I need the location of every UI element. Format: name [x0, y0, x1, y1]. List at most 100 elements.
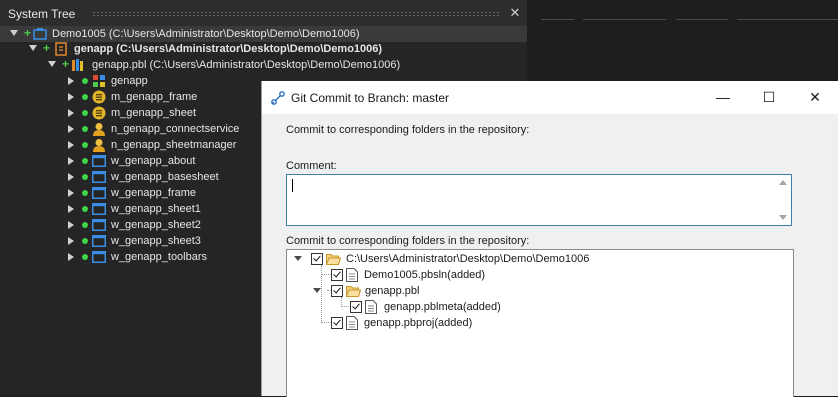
- collapse-arrow-icon[interactable]: [68, 205, 74, 213]
- tree-row-label: Demo1005 (C:\Users\Administrator\Desktop…: [52, 28, 360, 40]
- collapse-arrow-icon[interactable]: [68, 157, 74, 165]
- repository-tree[interactable]: C:\Users\Administrator\Desktop\Demo\Demo…: [286, 249, 794, 397]
- checkbox[interactable]: [331, 317, 343, 329]
- expand-arrow-icon[interactable]: [313, 288, 321, 293]
- checkbox[interactable]: [331, 269, 343, 281]
- tree-row-label: genapp.pbl (C:\Users\Administrator\Deskt…: [92, 59, 401, 71]
- tree-row-label: w_genapp_frame: [111, 187, 197, 199]
- status-dot-icon: [82, 254, 88, 260]
- expand-arrow-icon[interactable]: [29, 45, 37, 51]
- added-plus-icon: +: [43, 41, 51, 55]
- divider: [737, 19, 838, 20]
- collapse-arrow-icon[interactable]: [68, 93, 74, 101]
- repo-tree-row[interactable]: genapp.pbproj(added): [287, 315, 767, 331]
- git-branch-icon: [271, 91, 285, 105]
- added-plus-icon: +: [62, 57, 70, 71]
- tree-row-label: w_genapp_basesheet: [111, 171, 219, 183]
- status-dot-icon: [82, 222, 88, 228]
- tree-row-label: m_genapp_frame: [111, 91, 198, 103]
- git-commit-dialog: Git Commit to Branch: master — ☐ ✕ Commi…: [261, 81, 838, 397]
- comment-scrollbar[interactable]: [776, 176, 790, 224]
- collapse-arrow-icon[interactable]: [68, 141, 74, 149]
- tree-row-workspace[interactable]: + Demo1005 (C:\Users\Administrator\Deskt…: [0, 26, 527, 42]
- comment-input[interactable]: [286, 174, 792, 226]
- collapse-arrow-icon[interactable]: [68, 125, 74, 133]
- collapse-arrow-icon[interactable]: [68, 221, 74, 229]
- panel-close-button[interactable]: ✕: [507, 5, 523, 21]
- close-button[interactable]: ✕: [792, 81, 838, 114]
- divider: [541, 19, 574, 20]
- menu-icon: [92, 106, 106, 120]
- repo-tree-label: C:\Users\Administrator\Desktop\Demo\Demo…: [346, 253, 590, 265]
- tree-row-label: w_genapp_about: [111, 155, 196, 167]
- status-dot-icon: [82, 174, 88, 180]
- checkbox[interactable]: [350, 301, 362, 313]
- repo-tree-row[interactable]: genapp.pblmeta(added): [287, 299, 767, 315]
- divider: [676, 19, 728, 20]
- collapse-arrow-icon[interactable]: [68, 77, 74, 85]
- dialog-titlebar[interactable]: Git Commit to Branch: master — ☐ ✕: [262, 81, 838, 114]
- tree-row-target[interactable]: + genapp (C:\Users\Administrator\Desktop…: [0, 41, 527, 57]
- added-plus-icon: +: [24, 26, 32, 40]
- text-caret: [292, 179, 293, 192]
- minimize-button[interactable]: —: [700, 81, 746, 114]
- repo-tree-row[interactable]: genapp.pbl: [287, 283, 767, 299]
- scroll-down-icon[interactable]: [779, 215, 787, 220]
- collapse-arrow-icon[interactable]: [68, 109, 74, 117]
- divider: [583, 19, 666, 20]
- intro-text: Commit to corresponding folders in the r…: [286, 124, 530, 136]
- file-icon: [346, 316, 358, 330]
- workspace-icon: [33, 28, 47, 40]
- status-dot-icon: [82, 238, 88, 244]
- collapse-arrow-icon[interactable]: [68, 189, 74, 197]
- tree-row-label: w_genapp_sheet3: [111, 235, 201, 247]
- tree-row-library[interactable]: + genapp.pbl (C:\Users\Administrator\Des…: [0, 57, 527, 73]
- repo-tree-row[interactable]: Demo1005.pbsln(added): [287, 267, 767, 283]
- user-object-icon: [93, 123, 105, 136]
- expand-arrow-icon[interactable]: [48, 61, 56, 67]
- window-icon: [92, 219, 106, 231]
- target-icon: [55, 42, 67, 56]
- status-dot-icon: [82, 206, 88, 212]
- tree-row-label: n_genapp_connectservice: [111, 123, 240, 135]
- repo-tree-label: genapp.pblmeta(added): [384, 301, 501, 313]
- repo-tree-label: genapp.pbl: [365, 285, 420, 297]
- checkbox[interactable]: [311, 253, 323, 265]
- status-dot-icon: [82, 126, 88, 132]
- repo-tree-row[interactable]: C:\Users\Administrator\Desktop\Demo\Demo…: [287, 251, 767, 267]
- expand-arrow-icon[interactable]: [294, 256, 302, 261]
- window-icon: [92, 155, 106, 167]
- dialog-title: Git Commit to Branch: master: [291, 91, 450, 105]
- file-icon: [365, 300, 377, 314]
- tree-row-label: w_genapp_sheet2: [111, 219, 201, 231]
- status-dot-icon: [82, 110, 88, 116]
- collapse-arrow-icon[interactable]: [68, 173, 74, 181]
- maximize-button[interactable]: ☐: [746, 81, 792, 114]
- status-dot-icon: [82, 190, 88, 196]
- folder-open-icon: [346, 286, 361, 297]
- window-icon: [92, 203, 106, 215]
- tree-row-label: genapp: [111, 75, 148, 87]
- library-icon: [72, 59, 83, 71]
- panel-drag-grip[interactable]: [92, 11, 500, 16]
- panel-title: System Tree: [8, 7, 76, 21]
- menu-icon: [92, 90, 106, 104]
- repo-tree-label: Demo1005.pbsln(added): [364, 269, 486, 281]
- comment-label: Comment:: [286, 160, 337, 172]
- tree-row-label: w_genapp_toolbars: [111, 251, 208, 263]
- collapse-arrow-icon[interactable]: [68, 237, 74, 245]
- scroll-up-icon[interactable]: [779, 180, 787, 185]
- status-dot-icon: [82, 158, 88, 164]
- tree-row-label: genapp (C:\Users\Administrator\Desktop\D…: [74, 43, 383, 55]
- tree-row-label: w_genapp_sheet1: [111, 203, 201, 215]
- window-icon: [92, 251, 106, 263]
- panel-header: System Tree ✕: [0, 0, 527, 26]
- window-icon: [92, 171, 106, 183]
- user-object-icon: [93, 139, 105, 152]
- window-icon: [92, 187, 106, 199]
- file-icon: [346, 268, 358, 282]
- collapse-arrow-icon[interactable]: [68, 253, 74, 261]
- folder-open-icon: [326, 254, 341, 265]
- expand-arrow-icon[interactable]: [10, 30, 18, 36]
- checkbox[interactable]: [331, 285, 343, 297]
